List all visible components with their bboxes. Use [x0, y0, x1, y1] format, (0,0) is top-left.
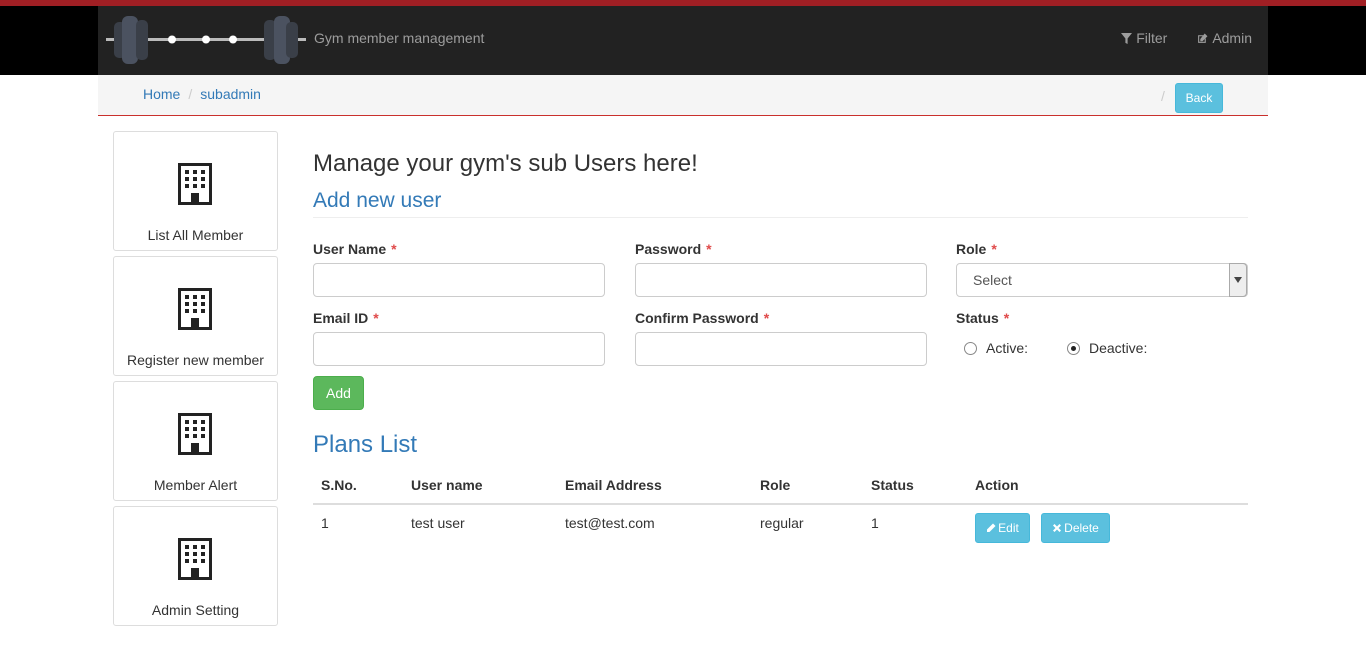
admin-label: Admin — [1212, 30, 1252, 46]
sidebar-item-label: List All Member — [147, 227, 244, 243]
page-title: Manage your gym's sub Users here! — [313, 150, 698, 177]
deactive-label: Deactive: — [1089, 340, 1148, 356]
active-label: Active: — [986, 340, 1029, 356]
cell-status: 1 — [871, 515, 879, 531]
role-select[interactable]: Select — [956, 263, 1248, 297]
sidebar-item-member-alert[interactable]: Member Alert — [113, 381, 278, 501]
radio-deactive[interactable] — [1067, 341, 1080, 355]
delete-button[interactable]: Delete — [1041, 513, 1110, 543]
edit-icon — [1198, 33, 1208, 43]
sidebar-item-label: Register new member — [127, 352, 264, 368]
filter-link[interactable]: Filter — [1121, 30, 1167, 46]
status-active-option[interactable]: Active: — [964, 340, 1028, 356]
filter-label: Filter — [1136, 30, 1168, 46]
sidebar-item-register-new-member[interactable]: Register new member — [113, 256, 278, 376]
divider — [313, 217, 1248, 218]
required-mark: * — [373, 310, 379, 326]
confirm-password-label-text: Confirm Password — [635, 310, 759, 326]
email-label-text: Email ID — [313, 310, 369, 326]
cell-sno: 1 — [321, 515, 329, 531]
role-selected-value: Select — [973, 272, 1012, 288]
required-mark: * — [991, 241, 997, 257]
required-mark: * — [763, 310, 770, 326]
column-header-sno: S.No. — [321, 477, 357, 493]
password-label: Password * — [635, 241, 712, 257]
status-deactive-option[interactable]: Deactive: — [1067, 340, 1147, 356]
column-header-role: Role — [760, 477, 791, 493]
column-header-action: Action — [975, 477, 1019, 493]
edit-button[interactable]: Edit — [975, 513, 1030, 543]
building-icon — [178, 288, 212, 330]
breadcrumb-home[interactable]: Home — [143, 86, 180, 102]
delete-label: Delete — [1064, 521, 1099, 535]
section-title-add-user: Add new user — [313, 189, 442, 212]
status-label-text: Status — [956, 310, 999, 326]
required-mark: * — [391, 241, 397, 257]
required-mark: * — [1003, 310, 1010, 326]
role-label: Role * — [956, 241, 997, 257]
username-input[interactable] — [313, 263, 605, 297]
admin-link[interactable]: Admin — [1197, 30, 1252, 46]
role-label-text: Role — [956, 241, 987, 257]
section-title-plans-list: Plans List — [313, 431, 418, 458]
sidebar-item-label: Admin Setting — [151, 602, 240, 618]
barbell-logo — [106, 16, 306, 64]
building-icon — [178, 163, 212, 205]
table-header-divider — [313, 503, 1248, 505]
email-field[interactable] — [313, 332, 605, 366]
sidebar-item-list-all-member[interactable]: List All Member — [113, 131, 278, 251]
edit-label: Edit — [998, 521, 1019, 535]
cell-username: test user — [411, 515, 465, 531]
navbar: Gym member management Filter Admin — [98, 6, 1268, 75]
status-label: Status * — [956, 310, 1009, 326]
confirm-password-label: Confirm Password * — [635, 310, 769, 326]
building-icon — [178, 413, 212, 455]
building-icon — [178, 538, 212, 580]
username-label: User Name * — [313, 241, 397, 257]
brand-title[interactable]: Gym member management — [314, 30, 484, 46]
email-label: Email ID * — [313, 310, 379, 326]
password-input[interactable] — [635, 263, 927, 297]
add-button[interactable]: Add — [313, 376, 364, 410]
column-header-email: Email Address — [565, 477, 662, 493]
breadcrumb: Home / subadmin / Back — [98, 75, 1268, 116]
breadcrumb-separator-right: / — [1161, 88, 1165, 104]
cell-role: regular — [760, 515, 804, 531]
column-header-username: User name — [411, 477, 483, 493]
sidebar-item-admin-setting[interactable]: Admin Setting — [113, 506, 278, 626]
breadcrumb-subadmin[interactable]: subadmin — [200, 86, 261, 102]
filter-icon — [1121, 32, 1133, 44]
required-mark: * — [706, 241, 712, 257]
cell-email: test@test.com — [565, 515, 655, 531]
column-header-status: Status — [871, 477, 914, 493]
back-button[interactable]: Back — [1175, 83, 1223, 113]
username-label-text: User Name — [313, 241, 387, 257]
times-icon — [1053, 524, 1062, 532]
sidebar-item-label: Member Alert — [153, 477, 238, 493]
confirm-password-input[interactable] — [635, 332, 927, 366]
pencil-icon — [987, 523, 996, 532]
chevron-down-icon[interactable] — [1229, 263, 1247, 297]
password-label-text: Password — [635, 241, 702, 257]
radio-active[interactable] — [964, 341, 977, 355]
breadcrumb-separator: / — [188, 86, 193, 102]
